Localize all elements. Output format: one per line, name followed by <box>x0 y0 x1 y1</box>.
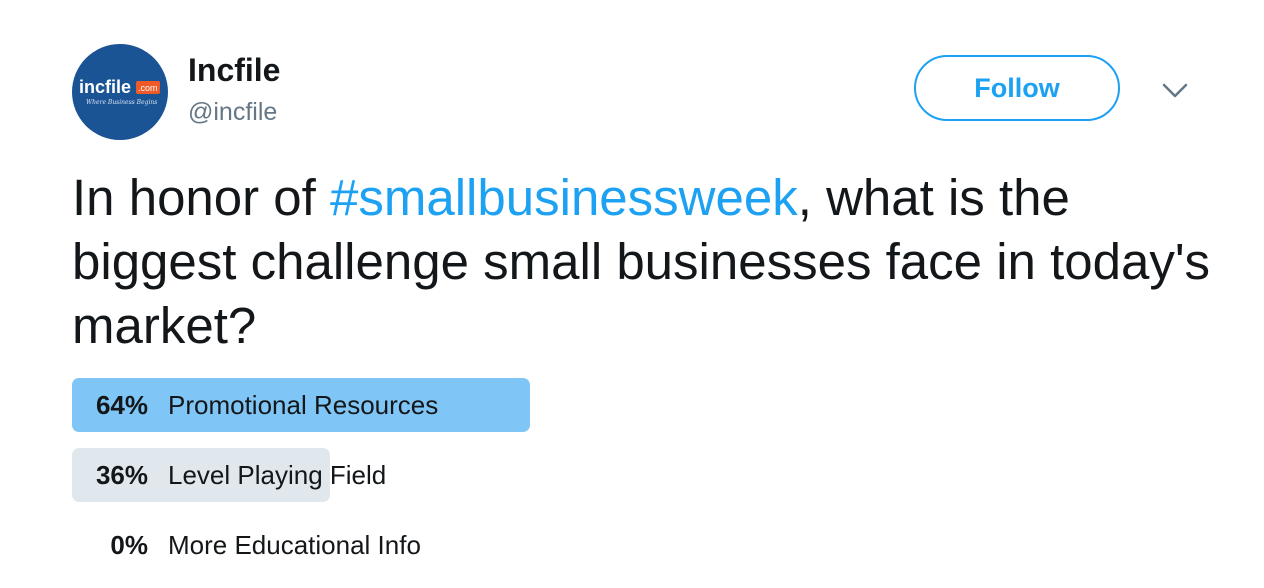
poll-option-more-educational-info: 0% More Educational Info <box>72 518 788 572</box>
avatar-tagline: Where Business Begins <box>86 99 157 106</box>
author-handle[interactable]: @incfile <box>188 96 277 128</box>
follow-button[interactable]: Follow <box>914 55 1120 121</box>
poll-percent: 0% <box>110 530 148 560</box>
poll-percent: 36% <box>95 460 148 490</box>
avatar-logo-badge: .com <box>138 83 158 93</box>
poll-percent: 64% <box>95 390 148 420</box>
poll-option-promotional-resources: 64% Promotional Resources <box>72 378 788 432</box>
poll-option-level-playing-field: 36% Level Playing Field <box>72 448 788 502</box>
poll-option-label: Level Playing Field <box>168 460 387 490</box>
poll: 64% Promotional Resources 36% Level Play… <box>72 378 788 588</box>
tweet-text: In honor of #smallbusinessweek, what is … <box>72 166 1212 358</box>
hashtag-link[interactable]: #smallbusinessweek <box>330 169 798 226</box>
author-name[interactable]: Incfile <box>188 51 280 89</box>
avatar[interactable]: incfile .com Where Business Begins <box>72 44 168 140</box>
incfile-logo: incfile .com Where Business Begins <box>79 77 160 106</box>
chevron-down-icon[interactable] <box>1160 78 1190 102</box>
poll-option-label: Promotional Resources <box>168 390 439 420</box>
tweet-text-start: In honor of <box>72 169 331 226</box>
avatar-logo-text: incfile <box>79 77 131 97</box>
poll-option-label: More Educational Info <box>168 530 421 560</box>
